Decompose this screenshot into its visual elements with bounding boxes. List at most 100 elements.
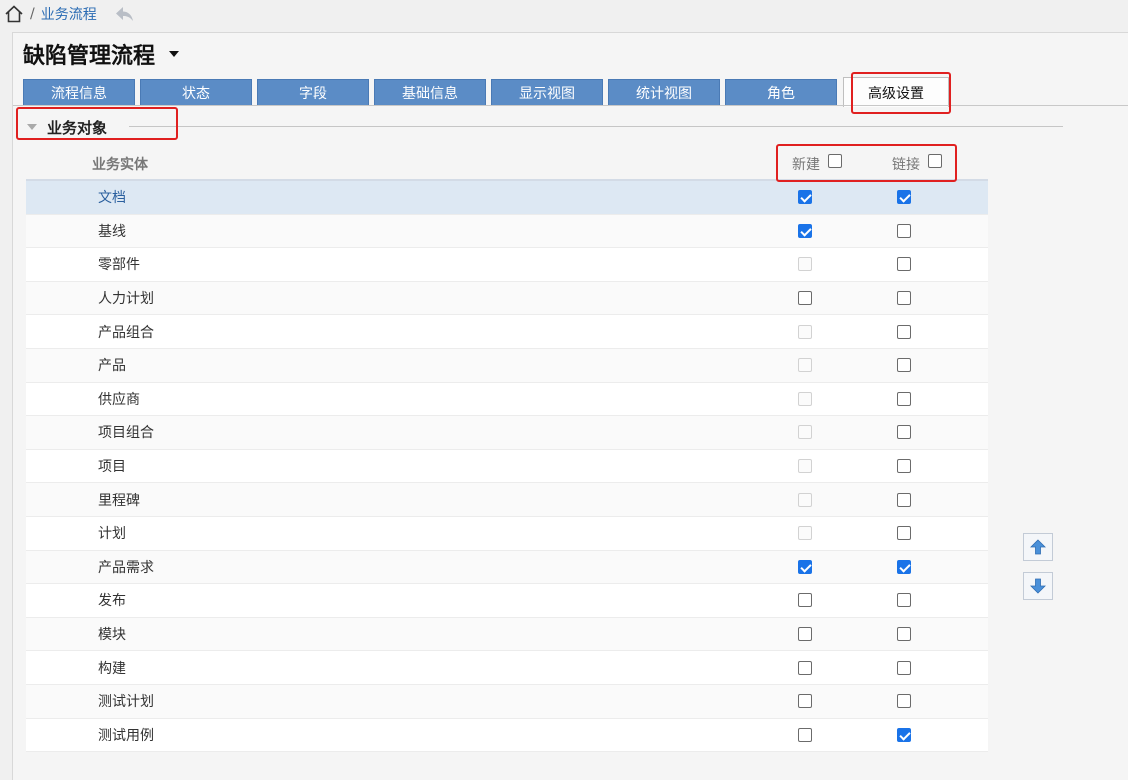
select-all-link-checkbox[interactable] [928,154,942,168]
back-arrow-icon[interactable] [113,4,135,24]
entity-name: 计划 [98,526,126,543]
entity-name: 供应商 [98,391,140,408]
header-new-label: 新建 [792,157,820,173]
table-header: 业务实体 新建 链接 [26,149,988,181]
link-checkbox[interactable] [897,358,911,373]
header-new: 新建 [792,154,842,174]
entity-name: 产品 [98,358,126,375]
link-checkbox[interactable] [897,593,911,608]
table-row[interactable]: 基线 [26,214,988,249]
entity-name: 测试计划 [98,694,154,711]
new-checkbox[interactable] [798,291,812,306]
breadcrumb: / 业务流程 [4,2,135,26]
new-checkbox [798,358,812,373]
link-checkbox[interactable] [897,391,911,406]
header-link: 链接 [892,154,942,174]
table-body: 文档基线零部件人力计划产品组合产品供应商项目组合项目里程碑计划产品需求发布模块构… [26,181,988,753]
select-all-new-checkbox[interactable] [828,154,842,168]
section-divider [129,126,1063,127]
entity-name: 项目 [98,459,126,476]
link-checkbox[interactable] [897,660,911,675]
tab-7[interactable]: 高级设置 [843,77,949,107]
table-row[interactable]: 里程碑 [26,483,988,517]
section-header[interactable]: 业务对象 [19,113,169,141]
table-row[interactable]: 产品 [26,348,988,383]
header-link-label: 链接 [892,157,920,173]
new-checkbox[interactable] [798,190,812,205]
table-row[interactable]: 产品组合 [26,315,988,349]
tab-4[interactable]: 显示视图 [491,79,603,105]
new-checkbox[interactable] [798,660,812,675]
new-checkbox [798,526,812,541]
entity-name: 基线 [98,223,126,240]
new-checkbox [798,324,812,339]
entity-name: 人力计划 [98,291,154,308]
arrow-up-icon [1030,539,1046,555]
table-row[interactable]: 零部件 [26,248,988,282]
link-checkbox[interactable] [897,459,911,474]
breadcrumb-separator: / [30,6,35,22]
link-checkbox[interactable] [897,190,911,205]
link-checkbox[interactable] [897,324,911,339]
chevron-down-icon[interactable] [169,51,180,57]
page-title[interactable]: 缺陷管理流程 [23,38,180,70]
new-checkbox[interactable] [798,627,812,642]
link-checkbox[interactable] [897,727,911,742]
entity-name: 里程碑 [98,492,140,509]
table-row[interactable]: 供应商 [26,382,988,417]
link-checkbox[interactable] [897,425,911,440]
new-checkbox [798,492,812,507]
move-down-button[interactable] [1023,572,1053,600]
table-row[interactable]: 发布 [26,584,988,618]
link-checkbox[interactable] [897,257,911,272]
new-checkbox [798,257,812,272]
entity-name: 产品组合 [98,324,154,341]
link-checkbox[interactable] [897,492,911,507]
entity-name: 发布 [98,593,126,610]
table-row[interactable]: 人力计划 [26,281,988,316]
table-row[interactable]: 测试用例 [26,718,988,753]
link-checkbox[interactable] [897,559,911,574]
link-checkbox[interactable] [897,627,911,642]
table-row[interactable]: 构建 [26,651,988,685]
tab-2[interactable]: 字段 [257,79,369,105]
table-row[interactable]: 测试计划 [26,684,988,719]
table-row[interactable]: 模块 [26,617,988,652]
table-row[interactable]: 产品需求 [26,550,988,585]
section-title: 业务对象 [47,118,108,137]
entity-name: 零部件 [98,257,140,274]
link-checkbox[interactable] [897,526,911,541]
collapse-icon[interactable] [27,124,37,130]
entity-name: 文档 [98,190,126,207]
new-checkbox [798,425,812,440]
table-row[interactable]: 计划 [26,516,988,551]
link-checkbox[interactable] [897,694,911,709]
entity-table: 业务实体 新建 链接 文档基线零部件人力计划产品组合产品供应商项目组合项目里程碑… [26,149,988,753]
new-checkbox[interactable] [798,559,812,574]
header-entity: 业务实体 [92,157,148,173]
table-row[interactable]: 文档 [26,181,988,215]
home-icon[interactable] [4,4,24,24]
breadcrumb-link[interactable]: 业务流程 [41,4,97,24]
entity-name: 测试用例 [98,727,154,744]
main-panel: 缺陷管理流程 流程信息 状态 字段 基础信息 显示视图 统计视图 角色 高级设置 业务对象 业… [12,32,1128,780]
new-checkbox[interactable] [798,694,812,709]
tab-6[interactable]: 角色 [725,79,837,105]
link-checkbox[interactable] [897,291,911,306]
tab-bar: 流程信息 状态 字段 基础信息 显示视图 统计视图 角色 高级设置 [23,77,954,107]
table-row[interactable]: 项目 [26,449,988,484]
new-checkbox[interactable] [798,223,812,238]
move-up-button[interactable] [1023,533,1053,561]
link-checkbox[interactable] [897,223,911,238]
tab-5[interactable]: 统计视图 [608,79,720,105]
entity-name: 构建 [98,660,126,677]
tab-1[interactable]: 状态 [140,79,252,105]
new-checkbox [798,459,812,474]
new-checkbox[interactable] [798,593,812,608]
entity-name: 产品需求 [98,559,154,576]
tab-0[interactable]: 流程信息 [23,79,135,105]
tab-3[interactable]: 基础信息 [374,79,486,105]
table-row[interactable]: 项目组合 [26,416,988,450]
new-checkbox[interactable] [798,727,812,742]
entity-name: 模块 [98,627,126,644]
